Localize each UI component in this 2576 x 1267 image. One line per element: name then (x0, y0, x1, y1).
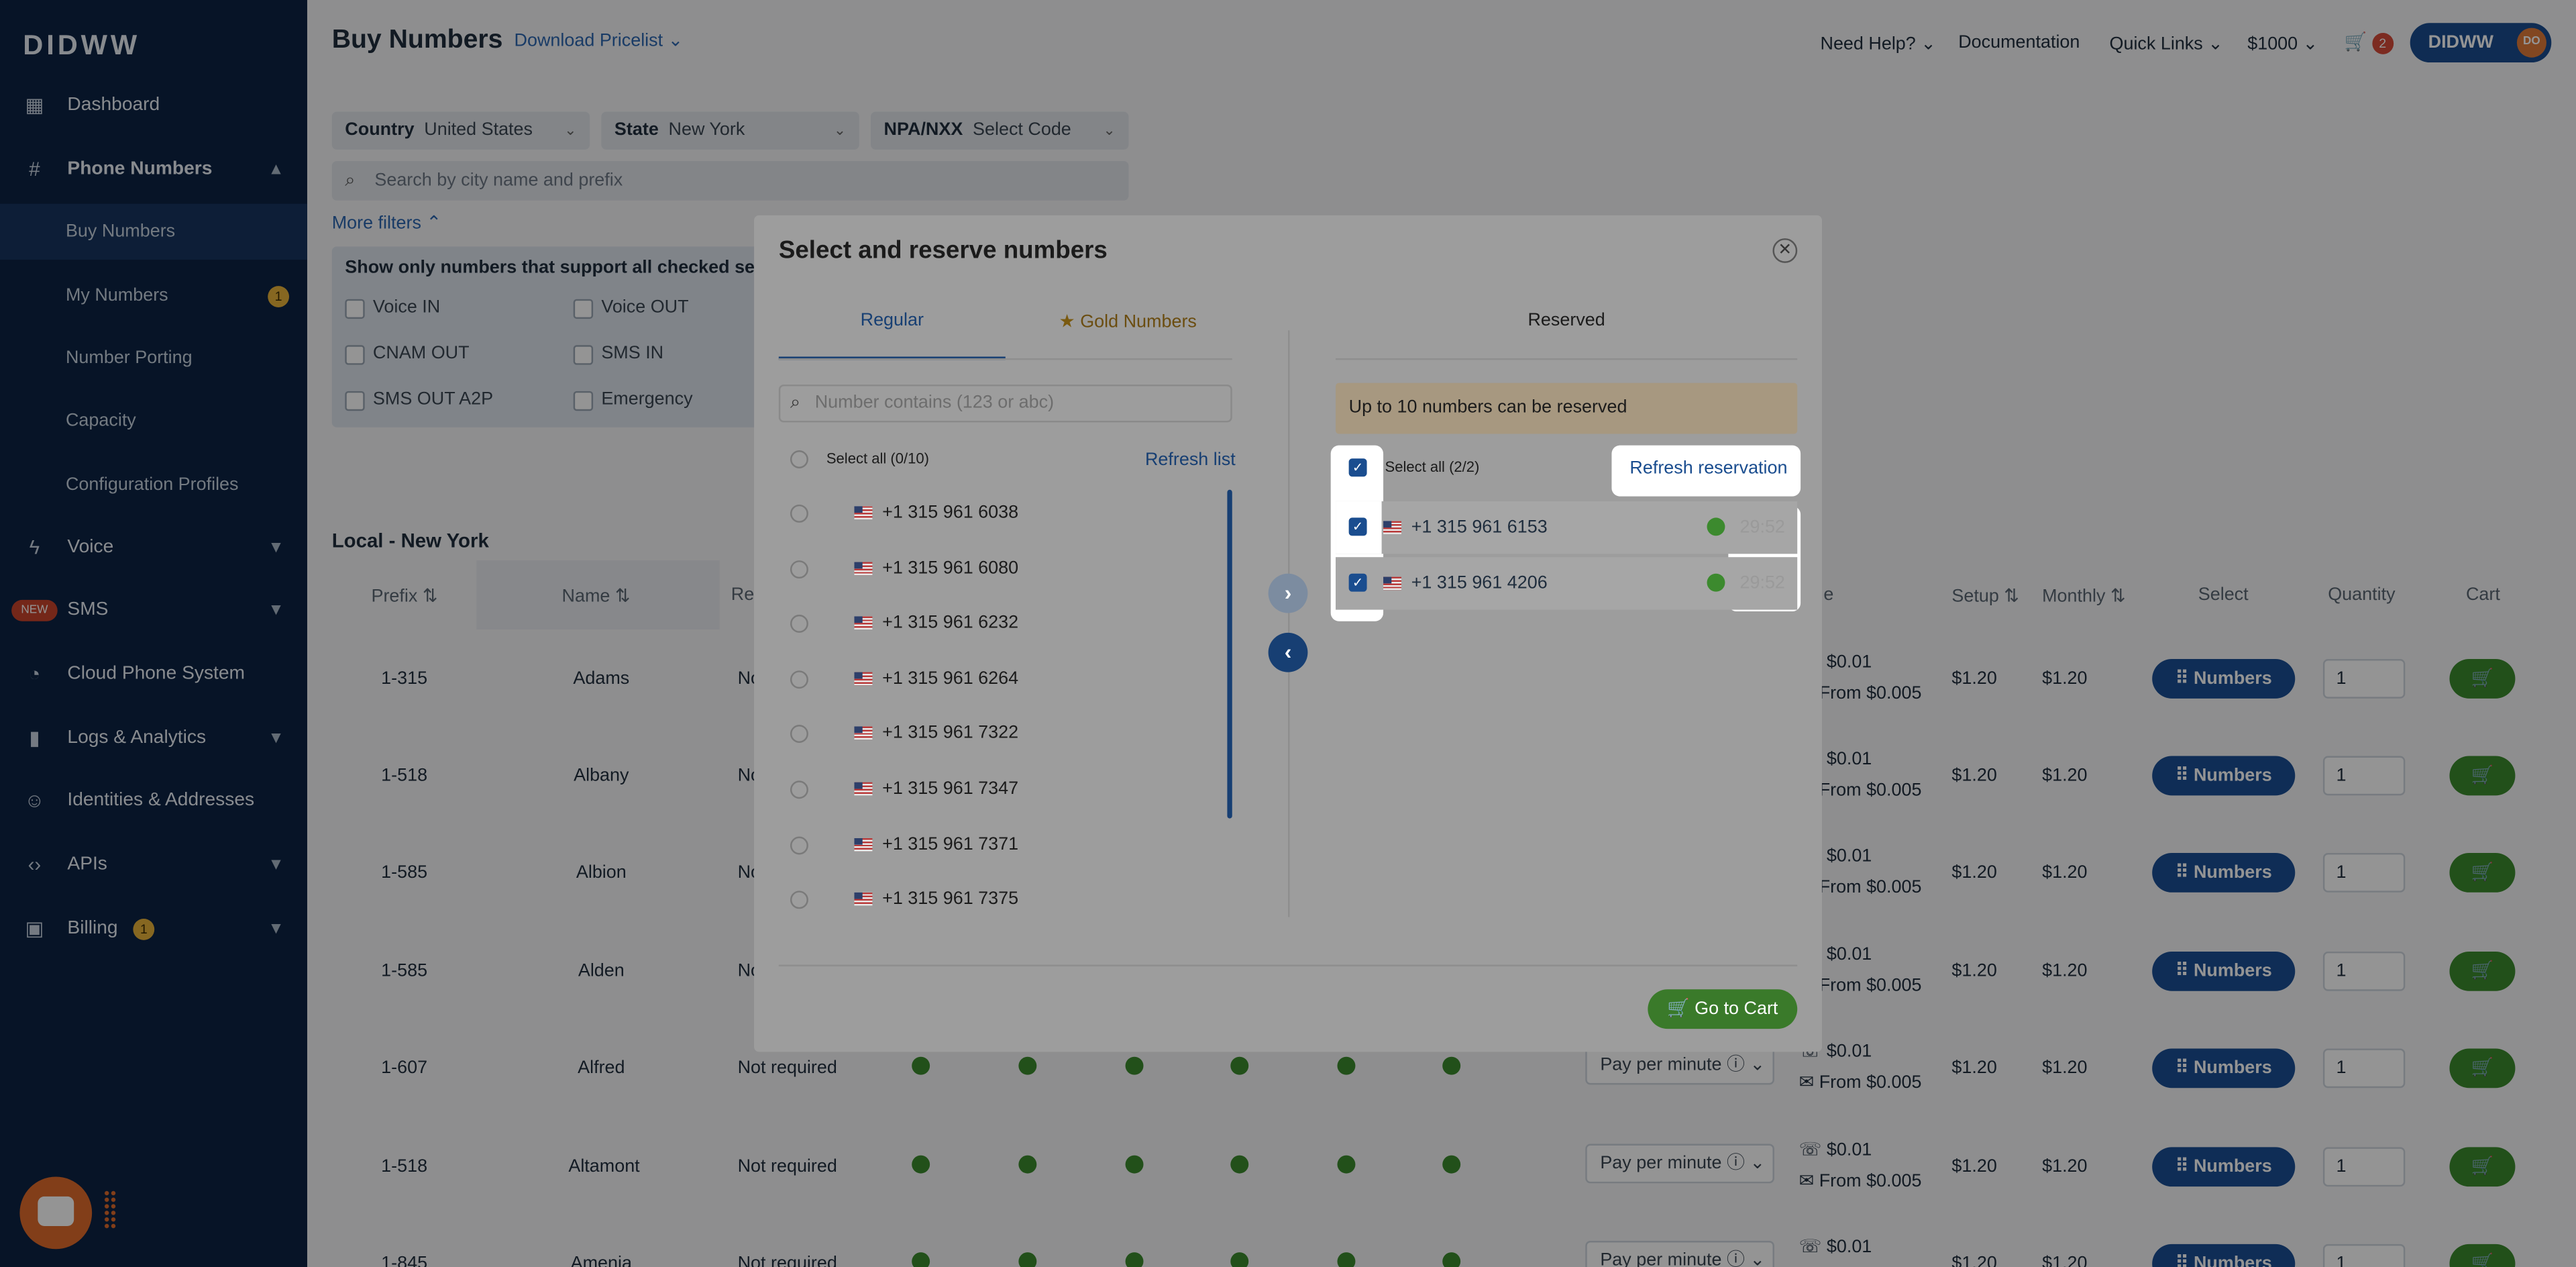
status-dot (1707, 517, 1725, 536)
reserved-select-all-checkbox[interactable]: ✓ (1348, 458, 1367, 477)
reserved-number-label: +1 315 961 6153 (1411, 517, 1548, 538)
move-left-button[interactable]: ‹ (1268, 632, 1308, 672)
tab-divider (1336, 358, 1798, 360)
reserved-row: ✓ +1 315 961 6153 29:52 (1336, 501, 1798, 554)
available-number[interactable]: +1 315 961 6232 (854, 613, 1018, 633)
tab-divider (778, 358, 1232, 360)
refresh-reservation-button[interactable]: Refresh reservation (1629, 458, 1787, 478)
number-checkbox[interactable] (790, 670, 808, 689)
number-label: +1 315 961 7371 (882, 834, 1019, 854)
number-search-input[interactable]: ⌕ Number contains (123 or abc) (778, 385, 1232, 423)
available-number[interactable]: +1 315 961 6264 (854, 668, 1019, 689)
modal-title: Select and reserve numbers (778, 236, 1108, 265)
app-root: DIDWW ▦ Dashboard # Phone Numbers ▲ Buy … (0, 0, 2576, 1267)
tab-reserved[interactable]: Reserved (1336, 311, 1797, 330)
cart-icon: 🛒 (1667, 999, 1690, 1019)
us-flag-icon (854, 893, 873, 907)
number-checkbox[interactable] (790, 725, 808, 744)
number-label: +1 315 961 7347 (882, 778, 1019, 799)
number-label: +1 315 961 7375 (882, 889, 1019, 909)
available-number[interactable]: +1 315 961 7347 (854, 779, 1018, 799)
number-checkbox[interactable] (790, 504, 808, 523)
number-checkbox[interactable] (790, 835, 808, 854)
panel-divider (1288, 330, 1290, 917)
reserved-number: +1 315 961 4206 (1383, 574, 1548, 593)
chevron-right-icon: › (1284, 580, 1292, 605)
chevron-left-icon: ‹ (1284, 639, 1292, 664)
number-label: +1 315 961 7322 (882, 723, 1019, 744)
search-placeholder: Number contains (123 or abc) (814, 393, 1055, 413)
us-flag-icon (854, 672, 873, 685)
us-flag-icon (1383, 576, 1401, 591)
number-label: +1 315 961 6080 (882, 558, 1019, 578)
reserve-numbers-modal: Select and reserve numbers ✕ Regular ★ G… (754, 215, 1822, 1052)
number-label: +1 315 961 6232 (882, 613, 1019, 634)
reserved-checkbox[interactable]: ✓ (1348, 517, 1367, 536)
search-icon: ⌕ (790, 393, 801, 413)
number-checkbox[interactable] (790, 891, 808, 909)
status-dot (1707, 573, 1725, 592)
number-checkbox[interactable] (790, 780, 808, 799)
select-all-label: Select all (0/10) (826, 450, 929, 467)
us-flag-icon (1383, 521, 1401, 535)
available-number[interactable]: +1 315 961 7375 (854, 889, 1018, 909)
reserved-select-all-label: Select all (2/2) (1385, 458, 1480, 475)
scrollbar[interactable] (1227, 489, 1232, 819)
us-flag-icon (854, 617, 873, 630)
us-flag-icon (854, 506, 873, 520)
tab-gold-numbers[interactable]: ★ Gold Numbers (1025, 311, 1230, 332)
refresh-list-button[interactable]: Refresh list (1145, 450, 1236, 470)
reserved-number-label: +1 315 961 4206 (1411, 573, 1548, 594)
us-flag-icon (854, 561, 873, 575)
tab-regular[interactable]: Regular (779, 311, 1006, 330)
move-right-button[interactable]: › (1268, 573, 1308, 613)
us-flag-icon (854, 838, 873, 851)
go-to-cart-button[interactable]: 🛒 Go to Cart (1648, 989, 1798, 1029)
star-icon: ★ (1059, 312, 1075, 332)
available-number[interactable]: +1 315 961 7322 (854, 724, 1018, 744)
tab-label: Gold Numbers (1080, 312, 1197, 332)
number-checkbox[interactable] (790, 615, 808, 634)
available-number[interactable]: +1 315 961 6038 (854, 503, 1019, 523)
reserved-row: ✓ +1 315 961 4206 29:52 (1336, 557, 1798, 610)
reservation-notice: Up to 10 numbers can be reserved (1336, 383, 1798, 434)
us-flag-icon (854, 782, 873, 796)
reservation-timer: 29:52 (1739, 517, 1785, 538)
us-flag-icon (854, 727, 873, 741)
reserved-number: +1 315 961 6153 (1383, 517, 1548, 538)
footer-divider (778, 964, 1798, 967)
go-to-cart-label: Go to Cart (1695, 999, 1778, 1019)
available-number[interactable]: +1 315 961 6080 (854, 558, 1018, 578)
reservation-timer: 29:52 (1739, 573, 1785, 594)
select-all-checkbox[interactable] (790, 450, 808, 468)
number-label: +1 315 961 6264 (882, 668, 1019, 689)
number-label: +1 315 961 6038 (882, 503, 1019, 523)
reserved-checkbox[interactable]: ✓ (1348, 573, 1367, 592)
number-checkbox[interactable] (790, 560, 808, 578)
available-number[interactable]: +1 315 961 7371 (854, 834, 1018, 854)
close-icon[interactable]: ✕ (1772, 238, 1798, 263)
